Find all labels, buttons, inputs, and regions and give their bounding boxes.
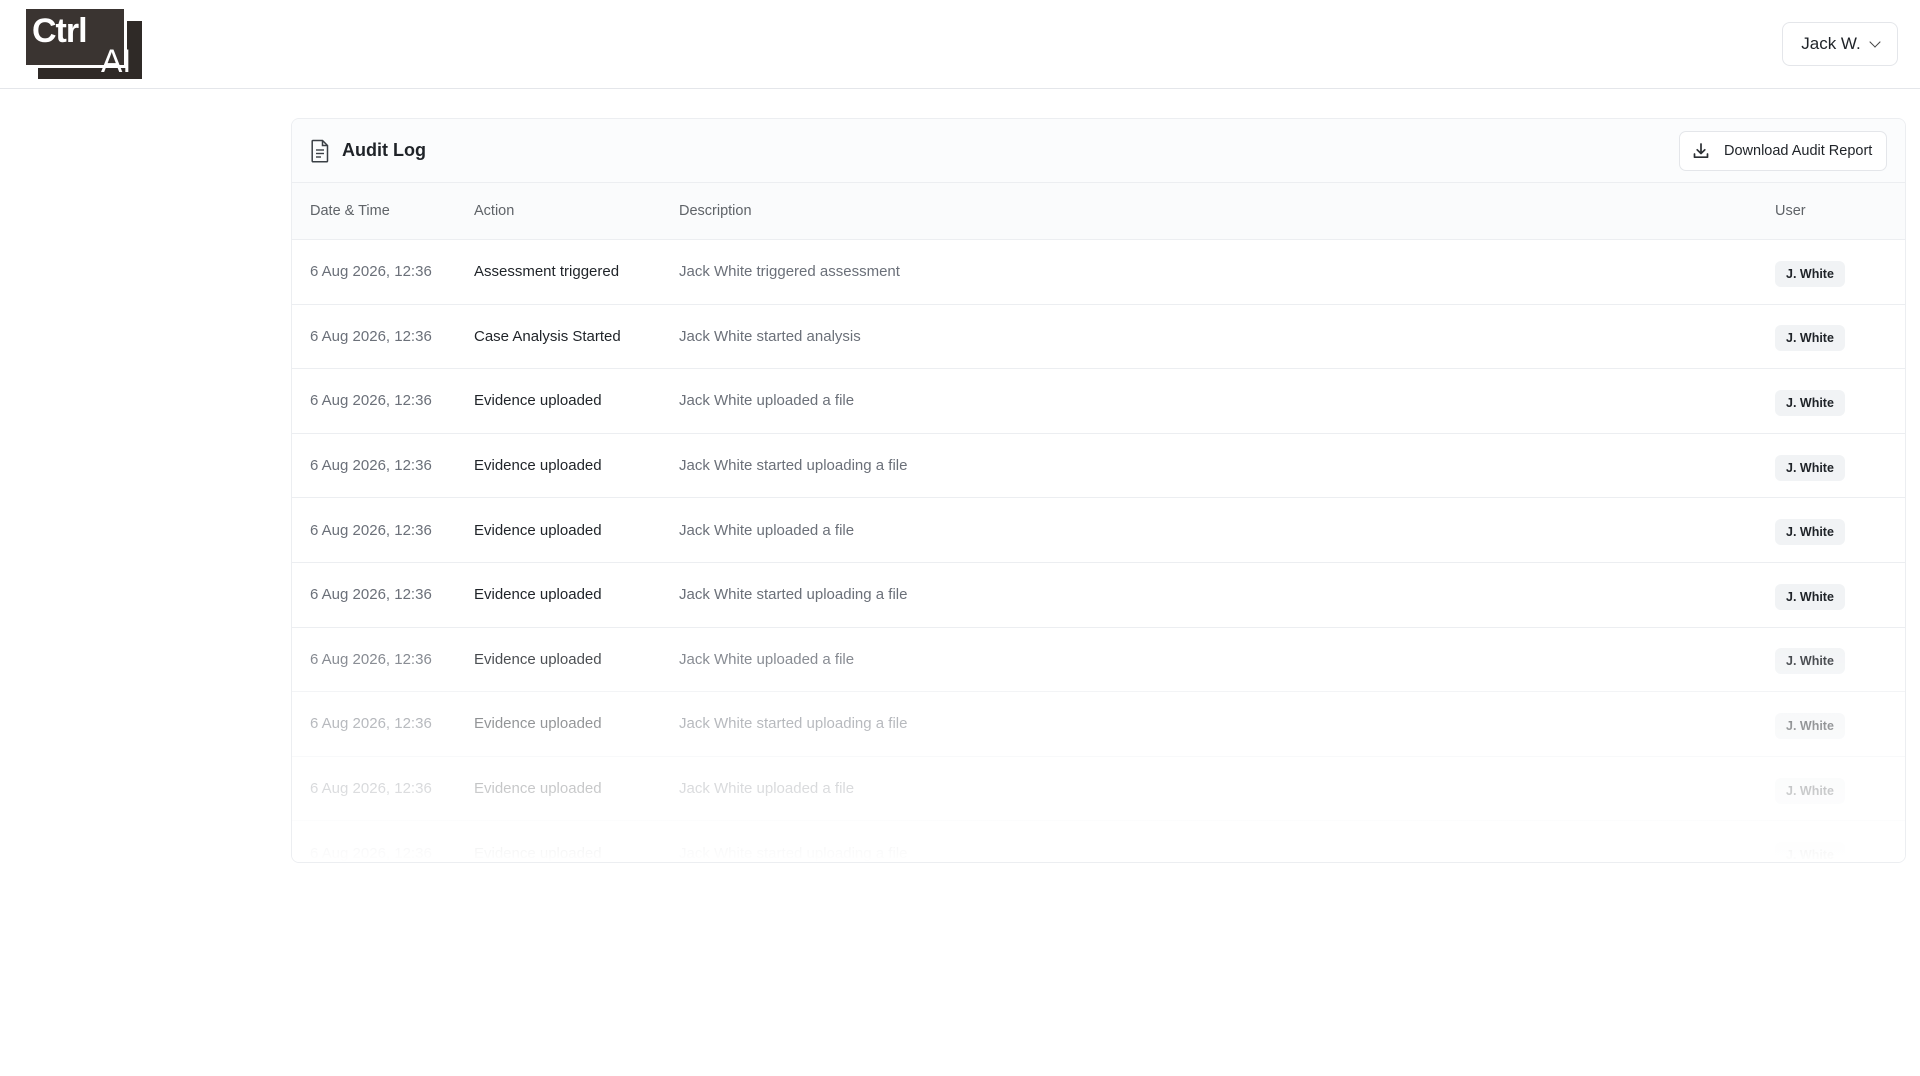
- logo-text-ai: AI: [101, 43, 132, 79]
- row-action: Evidence uploaded: [474, 586, 602, 604]
- sidebar: [0, 90, 273, 1076]
- document-icon: [311, 139, 329, 163]
- user-menu-name: Jack W.: [1801, 34, 1861, 53]
- user-badge: J. White: [1775, 583, 1845, 610]
- user-badge: J. White: [1775, 454, 1845, 481]
- audit-log-card: Audit Log Download Audit Report Date & T…: [291, 118, 1906, 863]
- row-description: Jack White started uploading a file: [679, 457, 908, 475]
- audit-log-header: Audit Log Download Audit Report: [292, 119, 1905, 183]
- user-badge: J. White: [1775, 389, 1845, 416]
- row-date: 6 Aug 2026, 12:36: [310, 586, 432, 604]
- row-date: 6 Aug 2026, 12:36: [310, 392, 432, 410]
- row-date: 6 Aug 2026, 12:36: [310, 715, 432, 733]
- chevron-down-icon: [1869, 35, 1881, 48]
- download-button-label: Download Audit Report: [1724, 142, 1873, 159]
- user-badge: J. White: [1775, 648, 1845, 675]
- download-audit-report-button[interactable]: Download Audit Report: [1679, 130, 1887, 171]
- row-action: Evidence uploaded: [474, 844, 602, 862]
- row-description: Jack White started uploading a file: [679, 844, 908, 862]
- column-header-date[interactable]: Date & Time: [292, 203, 474, 219]
- table-row[interactable]: 6 Aug 2026, 12:36 Assessment triggered J…: [292, 240, 1905, 305]
- page-title: Audit Log: [342, 140, 426, 160]
- column-header-user[interactable]: User: [1775, 203, 1905, 219]
- ctrl-ai-logo[interactable]: Ctrl AI: [26, 9, 144, 81]
- user-badge: J. White: [1775, 777, 1845, 804]
- user-badge: J. White: [1775, 519, 1845, 546]
- row-description: Jack White started uploading a file: [679, 586, 908, 604]
- user-badge: J. White: [1775, 325, 1845, 352]
- top-bar: Ctrl AI Jack W.: [0, 0, 1920, 89]
- row-action: Evidence uploaded: [474, 650, 602, 668]
- row-action: Case Analysis Started: [474, 327, 621, 345]
- row-description: Jack White triggered assessment: [679, 263, 900, 281]
- table-row[interactable]: 6 Aug 2026, 12:36 Evidence uploaded Jack…: [292, 434, 1905, 499]
- logo-text-ctrl: Ctrl: [32, 12, 88, 50]
- download-icon: [1693, 142, 1709, 158]
- user-badge: J. White: [1775, 712, 1845, 739]
- row-action: Evidence uploaded: [474, 715, 602, 733]
- row-date: 6 Aug 2026, 12:36: [310, 457, 432, 475]
- table-body: 6 Aug 2026, 12:36 Assessment triggered J…: [292, 240, 1905, 862]
- row-description: Jack White uploaded a file: [679, 392, 855, 410]
- table-row[interactable]: 6 Aug 2026, 12:36 Evidence uploaded Jack…: [292, 498, 1905, 563]
- row-action: Assessment triggered: [474, 263, 620, 281]
- row-date: 6 Aug 2026, 12:36: [310, 844, 432, 862]
- user-badge: J. White: [1775, 260, 1845, 287]
- table-row[interactable]: 6 Aug 2026, 12:36 Evidence uploaded Jack…: [292, 563, 1905, 628]
- row-description: Jack White started uploading a file: [679, 715, 908, 733]
- row-date: 6 Aug 2026, 12:36: [310, 780, 432, 798]
- user-badge: J. White: [1775, 842, 1845, 862]
- table-row[interactable]: 6 Aug 2026, 12:36 Evidence uploaded Jack…: [292, 369, 1905, 434]
- row-action: Evidence uploaded: [474, 521, 602, 539]
- row-description: Jack White uploaded a file: [679, 521, 855, 539]
- column-header-action[interactable]: Action: [474, 203, 679, 219]
- table-row[interactable]: 6 Aug 2026, 12:36 Evidence uploaded Jack…: [292, 821, 1905, 862]
- user-menu-button[interactable]: Jack W.: [1782, 22, 1898, 66]
- row-date: 6 Aug 2026, 12:36: [310, 327, 432, 345]
- row-action: Evidence uploaded: [474, 780, 602, 798]
- table-header: Date & Time Action Description User: [292, 183, 1905, 240]
- row-description: Jack White uploaded a file: [679, 780, 855, 798]
- row-date: 6 Aug 2026, 12:36: [310, 521, 432, 539]
- row-action: Evidence uploaded: [474, 392, 602, 410]
- table-row[interactable]: 6 Aug 2026, 12:36 Case Analysis Started …: [292, 305, 1905, 370]
- row-date: 6 Aug 2026, 12:36: [310, 263, 432, 281]
- table-row[interactable]: 6 Aug 2026, 12:36 Evidence uploaded Jack…: [292, 757, 1905, 822]
- row-date: 6 Aug 2026, 12:36: [310, 650, 432, 668]
- row-description: Jack White uploaded a file: [679, 650, 855, 668]
- row-action: Evidence uploaded: [474, 457, 602, 475]
- column-header-description[interactable]: Description: [679, 203, 1775, 219]
- row-description: Jack White started analysis: [679, 327, 861, 345]
- table-row[interactable]: 6 Aug 2026, 12:36 Evidence uploaded Jack…: [292, 628, 1905, 693]
- table-row[interactable]: 6 Aug 2026, 12:36 Evidence uploaded Jack…: [292, 692, 1905, 757]
